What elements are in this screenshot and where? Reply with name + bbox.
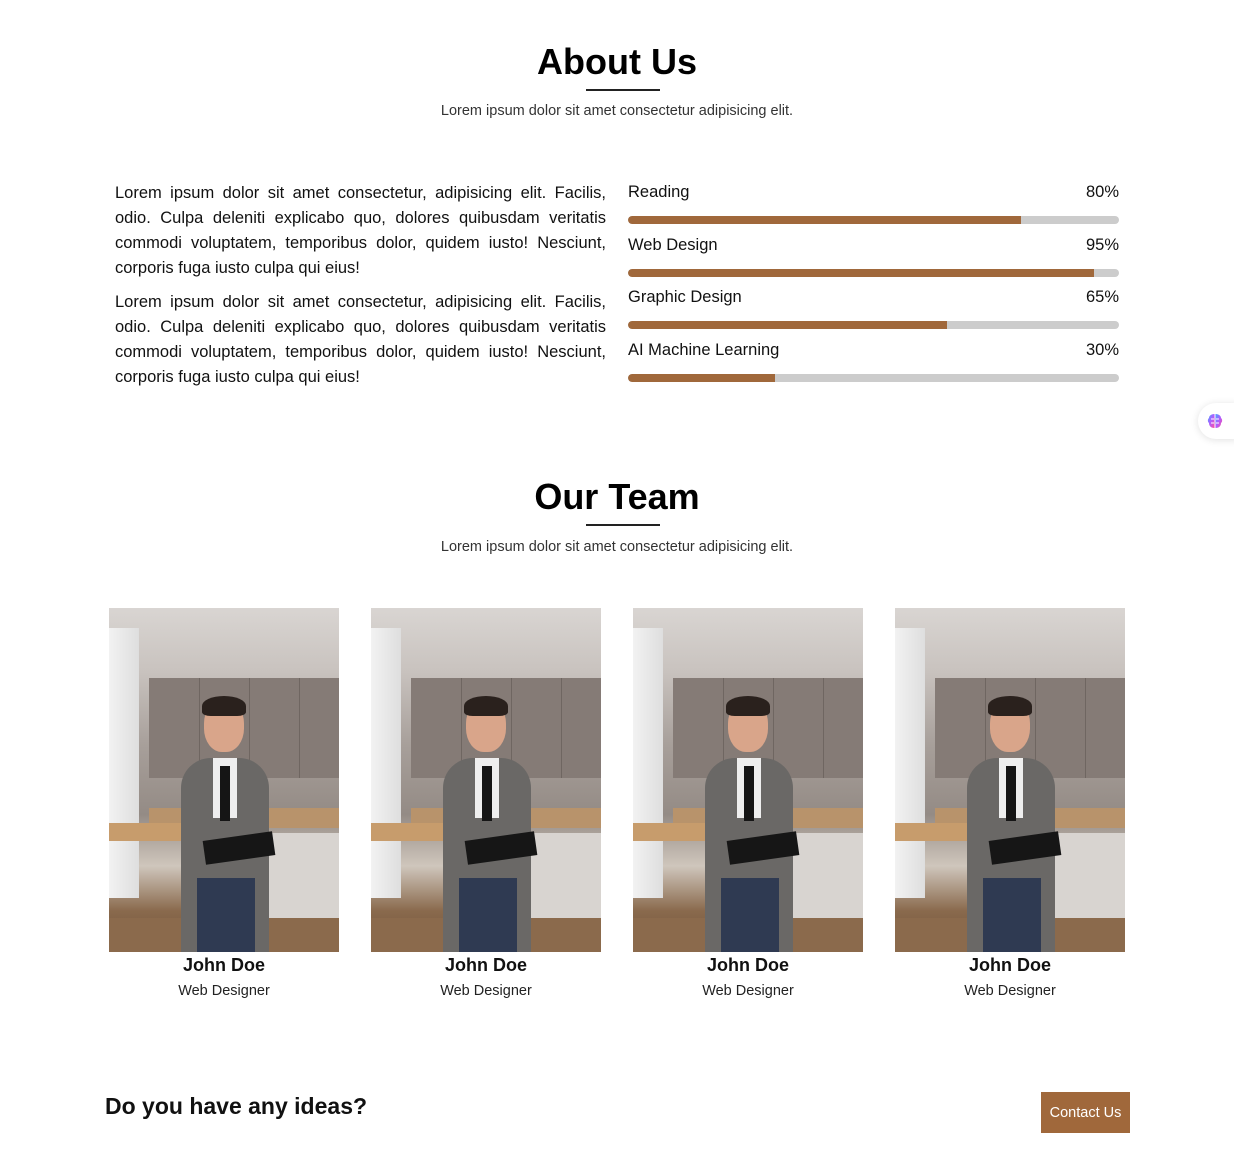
skill-progress-fill xyxy=(628,373,776,382)
team-member-role: Web Designer xyxy=(702,983,794,999)
team-member-name: John Doe xyxy=(706,955,789,975)
team-title: Our Team xyxy=(534,476,700,517)
skill-progress-bar xyxy=(628,216,1119,224)
team-member-card: John Doe Web Designer xyxy=(633,608,863,1000)
team-member-photo xyxy=(109,608,339,952)
team-member-card: John Doe Web Designer xyxy=(371,608,601,1000)
skill-label: AI Machine Learning xyxy=(628,340,780,359)
team-title-divider xyxy=(586,524,660,526)
about-text: Lorem ipsum dolor sit amet consectetur, … xyxy=(115,181,606,399)
skill-label: Graphic Design xyxy=(628,288,742,306)
team-member-card: John Doe Web Designer xyxy=(895,608,1125,1000)
skill-item: AI Machine Learning 30% xyxy=(628,339,1119,392)
team-subtitle: Lorem ipsum dolor sit amet consectetur a… xyxy=(440,539,794,555)
skill-item: Reading 80% xyxy=(628,181,1119,234)
team-member-photo xyxy=(895,608,1125,952)
team-member-role: Web Designer xyxy=(440,983,532,999)
skill-progress-bar xyxy=(628,268,1119,277)
team-member-name: John Doe xyxy=(968,955,1051,975)
team-member-photo xyxy=(371,608,601,952)
skill-percent: 30% xyxy=(1085,340,1119,359)
brain-icon xyxy=(1207,414,1223,428)
about-title-divider xyxy=(586,89,660,91)
skill-percent: 80% xyxy=(1085,183,1119,201)
cta-heading: Do you have any ideas? xyxy=(105,1093,368,1119)
team-member-photo xyxy=(633,608,863,952)
skill-progress-bar xyxy=(628,373,1119,382)
team-member-role: Web Designer xyxy=(964,983,1056,999)
skill-progress-fill xyxy=(628,268,1095,277)
contact-us-button[interactable]: Contact Us xyxy=(1041,1092,1130,1133)
skill-percent: 95% xyxy=(1085,235,1119,254)
skill-item: Graphic Design 65% xyxy=(628,286,1119,339)
team-member-name: John Doe xyxy=(182,955,265,975)
about-paragraph: Lorem ipsum dolor sit amet consectetur, … xyxy=(115,293,606,386)
skill-progress-bar xyxy=(628,321,1119,329)
skill-label: Reading xyxy=(628,183,690,201)
skill-label: Web Design xyxy=(628,235,718,254)
skill-item: Web Design 95% xyxy=(628,234,1119,287)
skill-progress-fill xyxy=(628,321,948,329)
skill-progress-fill xyxy=(628,216,1021,224)
about-title: About Us xyxy=(537,41,697,82)
about-subtitle: Lorem ipsum dolor sit amet consectetur a… xyxy=(440,103,794,119)
team-member-card: John Doe Web Designer xyxy=(109,608,339,1000)
skills-list: Reading 80% Web Design 95% Graphic Desig… xyxy=(628,181,1119,391)
about-paragraph: Lorem ipsum dolor sit amet consectetur, … xyxy=(115,184,606,277)
assistant-widget-button[interactable] xyxy=(1198,403,1234,439)
team-member-name: John Doe xyxy=(444,955,527,975)
skill-percent: 65% xyxy=(1085,288,1119,306)
team-member-role: Web Designer xyxy=(178,983,270,999)
